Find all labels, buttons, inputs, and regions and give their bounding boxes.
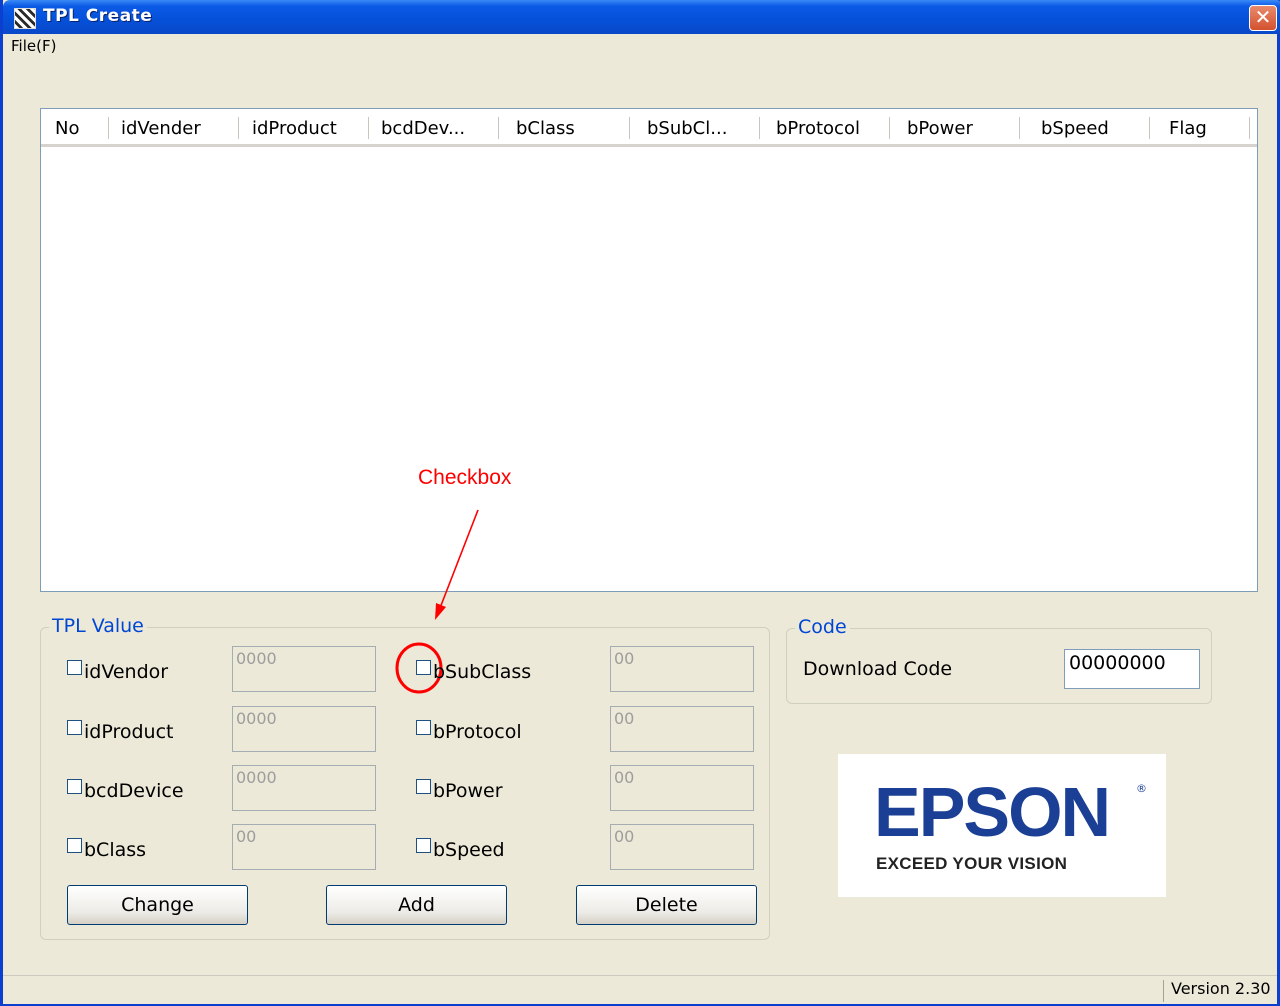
column-divider[interactable] — [1149, 117, 1150, 139]
column-divider[interactable] — [889, 117, 890, 139]
bcddevice-field[interactable]: 0000 — [232, 765, 376, 811]
column-divider[interactable] — [238, 117, 239, 139]
status-divider — [1163, 980, 1164, 1002]
idvendor-checkbox[interactable] — [67, 660, 82, 675]
bspeed-checkbox[interactable] — [416, 838, 431, 853]
idvendor-label: idVendor — [84, 661, 169, 683]
column-divider[interactable] — [1249, 117, 1250, 139]
idproduct-field[interactable]: 0000 — [232, 706, 376, 752]
column-no[interactable]: No — [55, 118, 79, 139]
menu-bar: File(F) — [3, 34, 1277, 60]
logo-tagline: EXCEED YOUR VISION — [876, 854, 1068, 873]
idproduct-checkbox[interactable] — [67, 720, 82, 735]
column-bspeed[interactable]: bSpeed — [1041, 118, 1109, 139]
bpower-label: bPower — [433, 780, 503, 802]
tpl-value-title: TPL Value — [49, 615, 147, 637]
bspeed-label: bSpeed — [433, 839, 505, 861]
idproduct-label: idProduct — [84, 721, 174, 743]
download-code-input[interactable]: 00000000 — [1064, 649, 1200, 689]
add-button[interactable]: Add — [326, 885, 507, 925]
bprotocol-checkbox[interactable] — [416, 720, 431, 735]
app-window: TPL Create ✕ File(F) No idVender idProdu… — [0, 0, 1280, 1006]
change-button[interactable]: Change — [67, 885, 248, 925]
code-title: Code — [795, 616, 850, 638]
bprotocol-label: bProtocol — [433, 721, 522, 743]
column-divider[interactable] — [629, 117, 630, 139]
column-divider[interactable] — [759, 117, 760, 139]
column-bsubclass[interactable]: bSubCl... — [647, 118, 727, 139]
bspeed-field[interactable]: 00 — [610, 824, 754, 870]
column-bcddevice[interactable]: bcdDev... — [381, 118, 465, 139]
bclass-checkbox[interactable] — [67, 838, 82, 853]
status-bar: Version 2.30 — [3, 975, 1277, 1004]
delete-button[interactable]: Delete — [576, 885, 757, 925]
bcddevice-checkbox[interactable] — [67, 779, 82, 794]
annotation-label: Checkbox — [418, 466, 512, 489]
column-divider[interactable] — [108, 117, 109, 139]
bsubclass-field[interactable]: 00 — [610, 646, 754, 692]
bclass-label: bClass — [84, 839, 147, 861]
column-bprotocol[interactable]: bProtocol — [776, 118, 860, 139]
bclass-field[interactable]: 00 — [232, 824, 376, 870]
column-divider[interactable] — [1019, 117, 1020, 139]
title-bar[interactable]: TPL Create ✕ — [3, 0, 1280, 34]
menu-file[interactable]: File(F) — [11, 37, 56, 55]
bsubclass-checkbox[interactable] — [416, 660, 431, 675]
window-title: TPL Create — [43, 6, 153, 26]
column-idproduct[interactable]: idProduct — [252, 118, 337, 139]
logo-wordmark: EPSON — [874, 773, 1111, 851]
column-idvender[interactable]: idVender — [121, 118, 201, 139]
version-text: Version 2.30 — [1171, 979, 1271, 998]
bpower-field[interactable]: 00 — [610, 765, 754, 811]
tpl-list[interactable]: No idVender idProduct bcdDev... bClass b… — [40, 108, 1258, 592]
list-header: No idVender idProduct bcdDev... bClass b… — [41, 109, 1257, 147]
column-flag[interactable]: Flag — [1169, 118, 1207, 139]
bcddevice-label: bcdDevice — [84, 780, 184, 802]
column-divider[interactable] — [368, 117, 369, 139]
bsubclass-label: bSubClass — [433, 661, 532, 683]
bpower-checkbox[interactable] — [416, 779, 431, 794]
idvendor-field[interactable]: 0000 — [232, 646, 376, 692]
epson-logo: EPSON ® EXCEED YOUR VISION — [838, 754, 1166, 897]
close-icon: ✕ — [1254, 5, 1272, 29]
close-button[interactable]: ✕ — [1249, 5, 1277, 31]
column-bpower[interactable]: bPower — [907, 118, 973, 139]
column-divider[interactable] — [498, 117, 499, 139]
bprotocol-field[interactable]: 00 — [610, 706, 754, 752]
download-code-label: Download Code — [803, 658, 953, 680]
app-icon — [14, 8, 36, 29]
registered-mark-icon: ® — [1136, 782, 1147, 795]
column-bclass[interactable]: bClass — [516, 118, 575, 139]
